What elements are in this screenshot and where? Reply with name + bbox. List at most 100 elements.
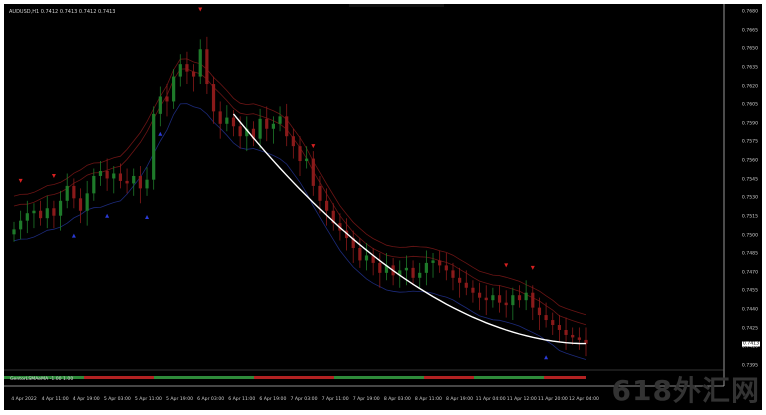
candle-body [404, 267, 409, 271]
price-tick: 0.7605 [741, 102, 758, 108]
indicator-bar [544, 376, 586, 379]
candle-body [458, 277, 462, 283]
candle-body [318, 185, 322, 201]
candle-body [238, 126, 242, 137]
candle-body [138, 175, 142, 189]
time-tick: 11 Apr 12:00 [506, 397, 537, 402]
candle-body [285, 116, 289, 137]
price-tick: 0.7620 [741, 84, 758, 90]
candle-body [358, 248, 362, 261]
mid-band [13, 68, 587, 326]
time-tick: 4 Apr 2022 [11, 397, 37, 402]
candle-body [198, 49, 202, 77]
price-tick: 0.7545 [741, 177, 758, 183]
time-tick: 11 Apr 20:00 [537, 397, 568, 402]
candle-body [172, 76, 176, 102]
time-tick: 7 Apr 03:00 [290, 397, 318, 402]
time-tick: 8 Apr 19:00 [446, 397, 474, 402]
candle-body [477, 292, 482, 298]
candle-body [564, 329, 568, 335]
indicator-label: GentorLSMAeMA -1.00 1.00 [10, 377, 74, 382]
price-chart[interactable] [4, 4, 762, 410]
time-tick: 5 Apr 19:00 [166, 397, 194, 402]
price-tick: 0.7395 [741, 363, 758, 369]
candle-body [231, 117, 236, 127]
candle-body [484, 297, 488, 301]
price-tick: 0.7650 [741, 46, 758, 52]
candle-body [551, 320, 555, 326]
candle-body [218, 111, 222, 124]
candle-body [418, 272, 422, 278]
candle-body [125, 180, 129, 184]
candle-body [152, 113, 156, 180]
price-tick: 0.7530 [741, 195, 758, 201]
price-tick: 0.7680 [741, 9, 758, 15]
candle-body [205, 49, 209, 85]
time-tick: 4 Apr 11:00 [41, 397, 69, 402]
time-tick: 8 Apr 03:00 [383, 397, 411, 402]
indicator-bar [424, 376, 474, 379]
candle-body [411, 267, 415, 278]
candle-body [451, 270, 455, 278]
candle-body [145, 179, 149, 189]
time-tick: 8 Apr 11:00 [414, 397, 442, 402]
time-tick: 4 Apr 19:00 [72, 397, 100, 402]
buy-arrow-icon [105, 213, 110, 218]
candle-body [524, 292, 528, 301]
candle-body [19, 220, 23, 230]
indicator-bar [84, 376, 154, 379]
candle-body [65, 185, 69, 201]
envelope-bands [13, 58, 587, 360]
candle-body [98, 170, 103, 176]
candle-body [291, 136, 295, 147]
price-tick: 0.7590 [741, 121, 758, 127]
candle-body [271, 123, 275, 129]
candle-body [557, 325, 561, 330]
candle-body [444, 265, 448, 271]
candle-body [78, 198, 83, 211]
buy-arrow-icon [158, 131, 163, 136]
price-tick: 0.7440 [741, 307, 758, 313]
candle-body [178, 64, 182, 77]
sell-arrow-icon [198, 7, 203, 12]
candle-body [464, 282, 468, 288]
time-tick: 7 Apr 11:00 [321, 397, 349, 402]
sell-arrow-icon [311, 144, 316, 149]
indicator-bar [334, 376, 424, 379]
candle-body [571, 334, 575, 338]
indicator-histogram [4, 376, 586, 379]
time-tick: 6 Apr 19:00 [259, 397, 287, 402]
candle-body [378, 262, 382, 273]
candle-body [364, 255, 369, 261]
time-tick: 12 Apr 04:00 [569, 397, 599, 402]
candle-body [438, 260, 442, 266]
candle-body [517, 295, 522, 301]
candle-body [504, 302, 508, 306]
price-tick: 0.7425 [741, 326, 758, 332]
candle-body [225, 117, 229, 124]
candle-body [185, 64, 189, 72]
price-tick: 0.7455 [741, 288, 758, 294]
watermark-logo: 618外汇网 [611, 374, 760, 407]
candle-body [491, 295, 495, 301]
time-tick: 6 Apr 11:00 [228, 397, 256, 402]
price-tick: 0.7665 [741, 28, 758, 34]
candle-body [85, 193, 89, 211]
symbol-label: AUDUSD,H1 0.7412 0.7413 0.7412 0.7413 [9, 9, 116, 15]
candle-body [58, 200, 63, 216]
candle-body [92, 175, 96, 194]
candle-body [105, 170, 109, 179]
candle-body [32, 210, 36, 214]
candle-body [537, 307, 542, 316]
candle-body [158, 96, 162, 114]
candle-body [132, 175, 136, 184]
candle-body [118, 173, 123, 181]
chart-window[interactable]: AUDUSD,H1 0.7412 0.7413 0.7412 0.7413 0.… [4, 4, 762, 410]
candle-body [258, 118, 262, 139]
time-tick: 5 Apr 03:00 [103, 397, 131, 402]
buy-arrow-icon [544, 355, 549, 360]
signal-arrows [18, 7, 549, 360]
sell-arrow-icon [51, 173, 56, 178]
candle-body [165, 96, 169, 102]
price-tick: 0.7515 [741, 214, 758, 220]
